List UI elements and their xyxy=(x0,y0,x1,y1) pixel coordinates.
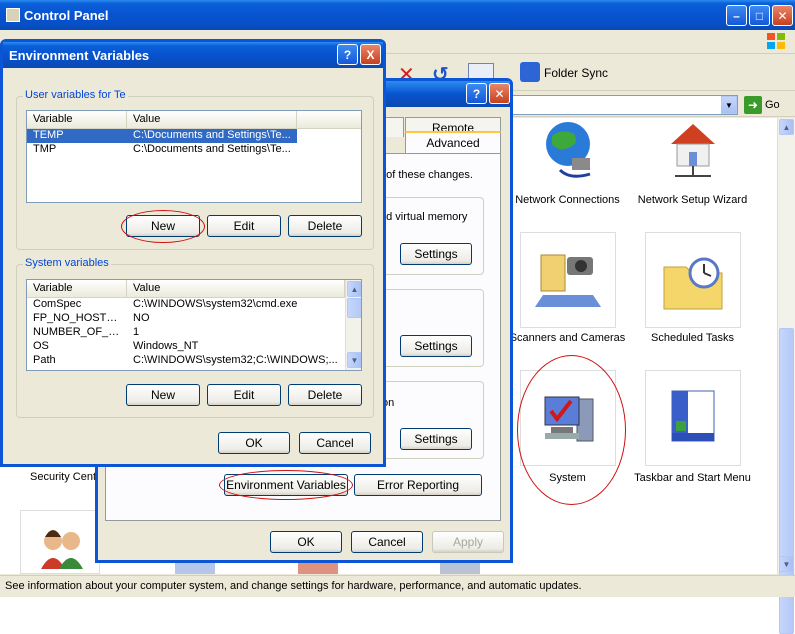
windows-logo-icon xyxy=(766,32,786,50)
sys-var-value: Windows_NT xyxy=(133,340,199,352)
startup-recovery-settings-button[interactable]: Settings xyxy=(400,428,472,450)
virtual-memory-text: nd virtual memory xyxy=(380,211,468,223)
sys-col-variable[interactable]: Variable xyxy=(27,280,127,297)
content-scrollbar[interactable]: ▲ ▼ xyxy=(777,118,795,634)
sys-var-value: C:\WINDOWS\system32\cmd.exe xyxy=(133,298,298,310)
new-button-highlight-ellipse xyxy=(121,210,205,243)
maximize-button[interactable]: □ xyxy=(749,5,770,26)
user-delete-button[interactable]: Delete xyxy=(288,215,362,237)
sysprops-help-button[interactable]: ? xyxy=(466,83,487,104)
sys-var-name: ComSpec xyxy=(33,298,82,310)
env-ok-button[interactable]: OK xyxy=(218,432,290,454)
folder-sync-label[interactable]: Folder Sync xyxy=(544,66,608,80)
user-var-value: C:\Documents and Settings\Te... xyxy=(133,143,291,155)
sys-var-name: OS xyxy=(33,340,49,352)
table-row[interactable]: TEMP C:\Documents and Settings\Te... xyxy=(27,129,361,143)
env-help-button[interactable]: ? xyxy=(337,44,358,65)
scheduled-tasks-icon xyxy=(644,232,741,328)
env-dialog-titlebar: Environment Variables xyxy=(3,42,383,68)
sysprops-ok-button[interactable]: OK xyxy=(270,531,342,553)
changes-text: t of these changes. xyxy=(380,169,473,181)
user-col-value[interactable]: Value xyxy=(127,111,297,128)
security-center-label[interactable]: Security Cent xyxy=(30,471,96,483)
network-setup-wizard-icon xyxy=(645,118,741,214)
system-new-button[interactable]: New xyxy=(126,384,200,406)
scheduled-tasks-label: Scheduled Tasks xyxy=(651,332,734,344)
user-variables-label: User variables for Te xyxy=(23,89,128,101)
go-button[interactable]: Go xyxy=(765,99,780,111)
sys-var-value: C:\WINDOWS\system32;C:\WINDOWS;... xyxy=(133,354,338,366)
user-accounts-icon[interactable] xyxy=(20,510,100,574)
sys-scroll-thumb[interactable] xyxy=(347,298,361,318)
system-variables-label: System variables xyxy=(23,257,111,269)
env-dialog-title: Environment Variables xyxy=(9,47,150,63)
table-row[interactable]: FP_NO_HOST_C... NO xyxy=(27,312,361,326)
environment-variables-dialog: Environment Variables ? X User variables… xyxy=(0,39,386,467)
table-row[interactable]: Path C:\WINDOWS\system32;C:\WINDOWS;... xyxy=(27,354,361,368)
address-input[interactable] xyxy=(512,95,738,115)
user-col-variable[interactable]: Variable xyxy=(27,111,127,128)
sys-var-name: NUMBER_OF_P... xyxy=(33,326,124,338)
scanners-cameras-item[interactable]: Scanners and Cameras xyxy=(505,232,630,344)
sys-scroll-down-button[interactable]: ▼ xyxy=(347,352,361,368)
close-button[interactable]: ✕ xyxy=(772,5,793,26)
scroll-up-button[interactable]: ▲ xyxy=(779,119,794,135)
system-delete-button[interactable]: Delete xyxy=(288,384,362,406)
sys-var-name: Path xyxy=(33,354,56,366)
table-row[interactable]: NUMBER_OF_P... 1 xyxy=(27,326,361,340)
user-list-header: Variable Value xyxy=(27,111,361,129)
taskbar-start-menu-label: Taskbar and Start Menu xyxy=(634,472,751,484)
user-var-name: TMP xyxy=(33,143,57,155)
network-connections-item[interactable]: Network Connections xyxy=(505,118,630,206)
sys-var-value: NO xyxy=(133,312,150,324)
folder-sync-icon[interactable] xyxy=(520,62,540,82)
system-variables-list[interactable]: Variable Value ComSpec C:\WINDOWS\system… xyxy=(26,279,362,371)
env-cancel-button[interactable]: Cancel xyxy=(299,432,371,454)
sys-col-value[interactable]: Value xyxy=(127,280,345,297)
control-panel-title: Control Panel xyxy=(24,7,109,23)
status-bar: See information about your computer syst… xyxy=(0,575,795,597)
go-arrow-icon[interactable]: ➜ xyxy=(744,96,762,114)
table-row[interactable]: TMP C:\Documents and Settings\Te... xyxy=(27,143,361,157)
scroll-down-button[interactable]: ▼ xyxy=(779,556,794,572)
scanner-camera-icon xyxy=(519,232,616,328)
control-panel-icon xyxy=(6,8,20,22)
scheduled-tasks-item[interactable]: Scheduled Tasks xyxy=(630,232,755,344)
user-var-name: TEMP xyxy=(27,129,127,143)
sys-var-name: FP_NO_HOST_C... xyxy=(33,312,127,324)
system-list-header: Variable Value xyxy=(27,280,361,298)
error-reporting-button[interactable]: Error Reporting xyxy=(354,474,482,496)
minimize-button[interactable]: – xyxy=(726,5,747,26)
user-variables-list[interactable]: Variable Value TEMP C:\Documents and Set… xyxy=(26,110,362,203)
user-edit-button[interactable]: Edit xyxy=(207,215,281,237)
sysprops-cancel-button[interactable]: Cancel xyxy=(351,531,423,553)
system-list-scrollbar[interactable]: ▲ ▼ xyxy=(345,280,361,370)
sys-var-value: 1 xyxy=(133,326,140,338)
table-row[interactable]: ComSpec C:\WINDOWS\system32\cmd.exe xyxy=(27,298,361,312)
scanners-cameras-label: Scanners and Cameras xyxy=(509,332,626,344)
user-profiles-settings-button[interactable]: Settings xyxy=(400,335,472,357)
user-var-value: C:\Documents and Settings\Te... xyxy=(127,129,297,143)
performance-settings-button[interactable]: Settings xyxy=(400,243,472,265)
status-text: See information about your computer syst… xyxy=(5,580,582,592)
network-connections-icon xyxy=(520,118,616,214)
sysprops-close-button[interactable]: ✕ xyxy=(489,83,510,104)
system-highlight-ellipse xyxy=(517,355,626,505)
tab-advanced[interactable]: Advanced xyxy=(405,131,501,153)
sys-scroll-up-button[interactable]: ▲ xyxy=(347,281,361,297)
address-dropdown-button[interactable]: ▼ xyxy=(721,96,737,114)
control-panel-titlebar: Control Panel – □ ✕ xyxy=(0,0,795,30)
network-setup-wizard-item[interactable]: Network Setup Wizard xyxy=(630,118,755,206)
table-row[interactable]: OS Windows_NT xyxy=(27,340,361,354)
taskbar-start-menu-item[interactable]: Taskbar and Start Menu xyxy=(630,370,755,484)
sysprops-apply-button[interactable]: Apply xyxy=(432,531,504,553)
env-vars-highlight-ellipse xyxy=(219,470,353,500)
taskbar-start-menu-icon xyxy=(644,370,741,466)
system-edit-button[interactable]: Edit xyxy=(207,384,281,406)
env-close-button[interactable]: X xyxy=(360,44,381,65)
